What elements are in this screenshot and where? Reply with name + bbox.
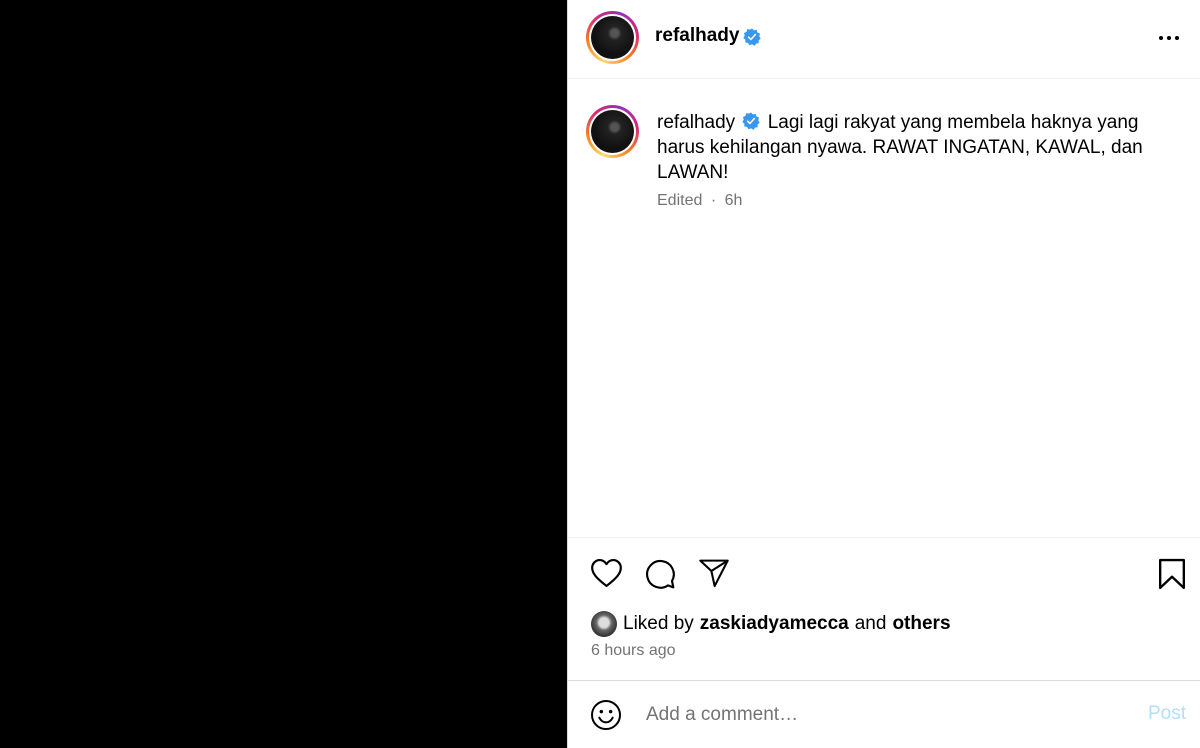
caption-username[interactable]: refalhady (657, 112, 735, 133)
more-icon[interactable] (1157, 26, 1181, 50)
caption-avatar[interactable] (586, 105, 639, 158)
likes-others-link[interactable]: others (892, 613, 950, 635)
comment-bar: Post (568, 680, 1200, 748)
header-username[interactable]: refalhady (655, 25, 739, 47)
caption-time[interactable]: 6h (725, 192, 743, 209)
avatar-photo (591, 110, 634, 153)
emoji-icon[interactable] (590, 699, 622, 731)
post-media[interactable] (0, 0, 567, 748)
post-header: refalhady (568, 0, 1200, 79)
edited-label: Edited (657, 192, 703, 209)
comment-input[interactable] (644, 699, 1108, 731)
meta-separator: · (710, 192, 717, 209)
caption-meta: Edited · 6h (657, 192, 742, 210)
post-side-panel: refalhady refalhady Lagi lagi rakyat yan… (567, 0, 1200, 748)
header-avatar[interactable] (586, 11, 639, 64)
post-timestamp[interactable]: 6 hours ago (591, 642, 676, 660)
heart-icon[interactable] (590, 558, 623, 588)
liker-avatar[interactable] (591, 611, 617, 637)
likes-summary: Liked by zaskiadyamecca and others (591, 611, 951, 637)
post-actions: Liked by zaskiadyamecca and others 6 hou… (568, 537, 1200, 680)
liker-username[interactable]: zaskiadyamecca (700, 613, 849, 635)
post-viewer: refalhady refalhady Lagi lagi rakyat yan… (0, 0, 1200, 748)
likes-prefix: Liked by (623, 613, 694, 634)
caption: refalhady Lagi lagi rakyat yang membela … (657, 110, 1177, 185)
share-icon[interactable] (698, 558, 730, 588)
bookmark-icon[interactable] (1158, 558, 1186, 590)
verified-icon (743, 28, 761, 46)
likes-conjunction: and (854, 613, 887, 634)
comment-icon[interactable] (644, 558, 676, 590)
avatar-photo (591, 16, 634, 59)
post-comment-button[interactable]: Post (1148, 703, 1186, 725)
verified-icon (742, 112, 761, 130)
